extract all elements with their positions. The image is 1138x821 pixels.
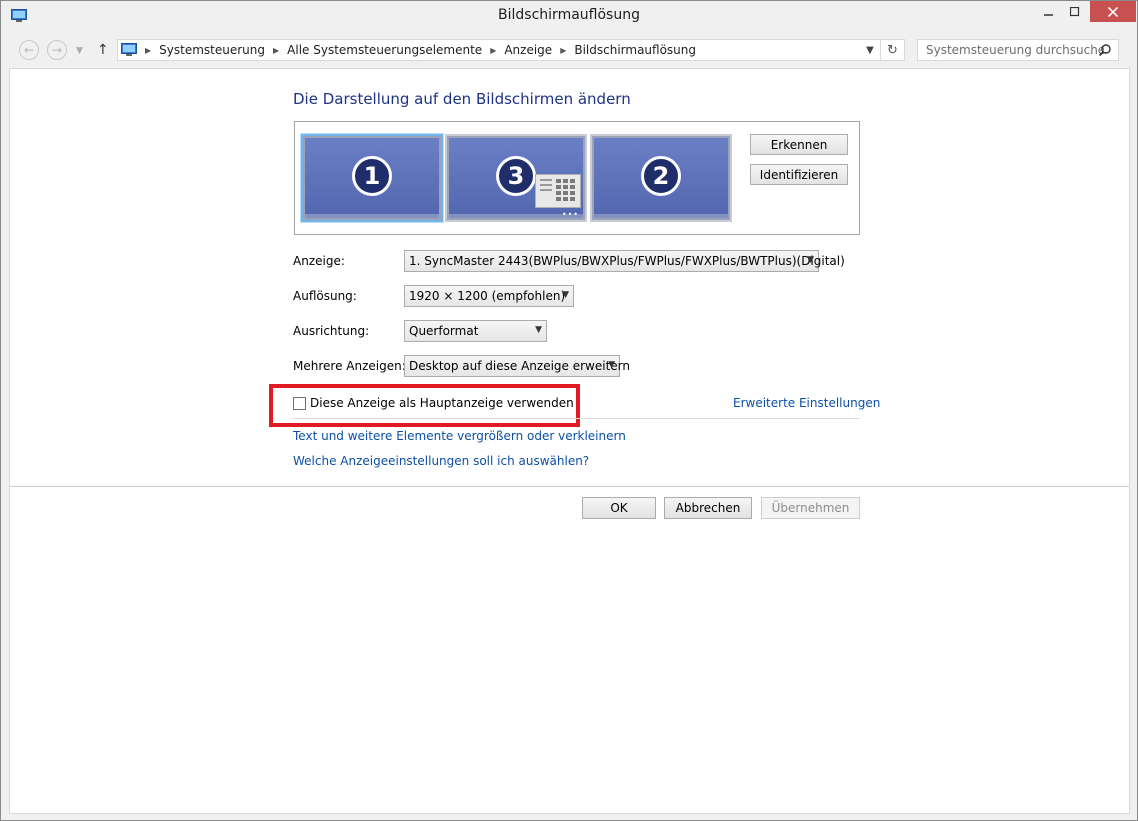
chevron-down-icon: ▼ bbox=[807, 255, 814, 265]
identify-button[interactable]: Identifizieren bbox=[750, 164, 848, 185]
display-select-value: 1. SyncMaster 2443(BWPlus/BWXPlus/FWPlus… bbox=[409, 254, 845, 268]
detect-button[interactable]: Erkennen bbox=[750, 134, 848, 155]
chevron-right-icon[interactable]: ▶ bbox=[273, 46, 279, 55]
main-display-checkbox[interactable] bbox=[293, 397, 306, 410]
chevron-down-icon: ▼ bbox=[535, 325, 542, 335]
refresh-icon: ↻ bbox=[887, 42, 898, 58]
close-button[interactable] bbox=[1090, 1, 1136, 22]
breadcrumb-alle-elemente[interactable]: Alle Systemsteuerungselemente bbox=[287, 43, 482, 57]
chevron-down-icon: ▼ bbox=[76, 46, 83, 56]
search-icon[interactable] bbox=[1098, 43, 1112, 60]
content-area: Die Darstellung auf den Bildschirmen änd… bbox=[9, 68, 1130, 814]
display-label: Anzeige: bbox=[293, 254, 345, 268]
monitor-number-2: 2 bbox=[641, 156, 681, 196]
chevron-down-icon: ▼ bbox=[562, 290, 569, 300]
title-bar: Bildschirmauflösung bbox=[1, 1, 1137, 32]
resolution-select[interactable]: 1920 × 1200 (empfohlen) ▼ bbox=[404, 285, 574, 307]
monitor-3[interactable]: 3 ••• bbox=[445, 134, 587, 222]
display-select[interactable]: 1. SyncMaster 2443(BWPlus/BWXPlus/FWPlus… bbox=[404, 250, 845, 272]
search-input[interactable] bbox=[926, 43, 1104, 57]
multiple-displays-select[interactable]: Desktop auf diese Anzeige erweitern ▼ bbox=[404, 355, 630, 377]
resolution-select-value: 1920 × 1200 (empfohlen) bbox=[409, 289, 566, 303]
cancel-button[interactable]: Abbrechen bbox=[664, 497, 752, 519]
monitor-number-3: 3 bbox=[496, 156, 536, 196]
close-icon bbox=[1108, 6, 1118, 17]
arrow-right-icon: → bbox=[51, 43, 63, 57]
ok-button[interactable]: OK bbox=[582, 497, 656, 519]
address-bar[interactable]: ▶ Systemsteuerung ▶ Alle Systemsteuerung… bbox=[117, 39, 881, 61]
main-display-checkbox-label[interactable]: Diese Anzeige als Hauptanzeige verwenden bbox=[310, 396, 574, 410]
monitor-arrangement: 1 3 ••• 2 Erkennen Identifizieren bbox=[294, 121, 860, 235]
orientation-label: Ausrichtung: bbox=[293, 324, 370, 338]
multiple-displays-label: Mehrere Anzeigen: bbox=[293, 359, 406, 373]
window: Bildschirmauflösung ← → ▼ ↑ ▶ Systemsteu… bbox=[0, 0, 1138, 821]
refresh-button[interactable]: ↻ bbox=[881, 39, 905, 61]
forward-button[interactable]: → bbox=[47, 40, 67, 60]
maximize-icon bbox=[1070, 6, 1080, 16]
minimize-button[interactable] bbox=[1036, 1, 1062, 22]
arrow-left-icon: ← bbox=[23, 43, 35, 57]
recent-pages-button[interactable]: ▼ bbox=[76, 46, 83, 56]
breadcrumb-systemsteuerung[interactable]: Systemsteuerung bbox=[159, 43, 265, 57]
chevron-right-icon[interactable]: ▶ bbox=[490, 46, 496, 55]
page-title: Die Darstellung auf den Bildschirmen änd… bbox=[293, 90, 631, 108]
monitor-2[interactable]: 2 bbox=[590, 134, 732, 222]
window-title: Bildschirmauflösung bbox=[498, 7, 640, 23]
monitor-number-1: 1 bbox=[352, 156, 392, 196]
search-box[interactable] bbox=[917, 39, 1119, 61]
text-size-link[interactable]: Text und weitere Elemente vergrößern ode… bbox=[293, 429, 626, 443]
more-dots-icon: ••• bbox=[561, 210, 579, 219]
chevron-down-icon: ▼ bbox=[866, 44, 874, 56]
tablet-grid-icon bbox=[535, 174, 581, 208]
maximize-button[interactable] bbox=[1062, 1, 1088, 22]
navigation-bar: ← → ▼ ↑ ▶ Systemsteuerung ▶ Alle Systems… bbox=[1, 32, 1137, 68]
monitor-taskbar bbox=[305, 214, 439, 218]
monitor-1[interactable]: 1 bbox=[301, 134, 443, 222]
monitor-taskbar bbox=[594, 214, 728, 218]
breadcrumb-bildschirmaufloesung[interactable]: Bildschirmauflösung bbox=[574, 43, 696, 57]
breadcrumb-anzeige[interactable]: Anzeige bbox=[504, 43, 552, 57]
orientation-select-value: Querformat bbox=[409, 324, 479, 338]
address-history-button[interactable]: ▼ bbox=[860, 40, 880, 60]
chevron-right-icon[interactable]: ▶ bbox=[560, 46, 566, 55]
arrow-up-icon: ↑ bbox=[97, 42, 109, 58]
chevron-right-icon: ▶ bbox=[145, 45, 152, 55]
advanced-settings-link[interactable]: Erweiterte Einstellungen bbox=[733, 396, 880, 410]
divider bbox=[10, 486, 1129, 487]
control-panel-icon bbox=[121, 43, 137, 57]
up-button[interactable]: ↑ bbox=[97, 42, 109, 58]
apply-button[interactable]: Übernehmen bbox=[761, 497, 860, 519]
chevron-down-icon: ▼ bbox=[608, 360, 615, 370]
minimize-icon bbox=[1044, 13, 1053, 16]
multiple-displays-select-value: Desktop auf diese Anzeige erweitern bbox=[409, 359, 630, 373]
orientation-select[interactable]: Querformat ▼ bbox=[404, 320, 547, 342]
back-button[interactable]: ← bbox=[19, 40, 39, 60]
resolution-label: Auflösung: bbox=[293, 289, 357, 303]
display-settings-help-link[interactable]: Welche Anzeigeeinstellungen soll ich aus… bbox=[293, 454, 589, 468]
divider bbox=[293, 418, 860, 419]
